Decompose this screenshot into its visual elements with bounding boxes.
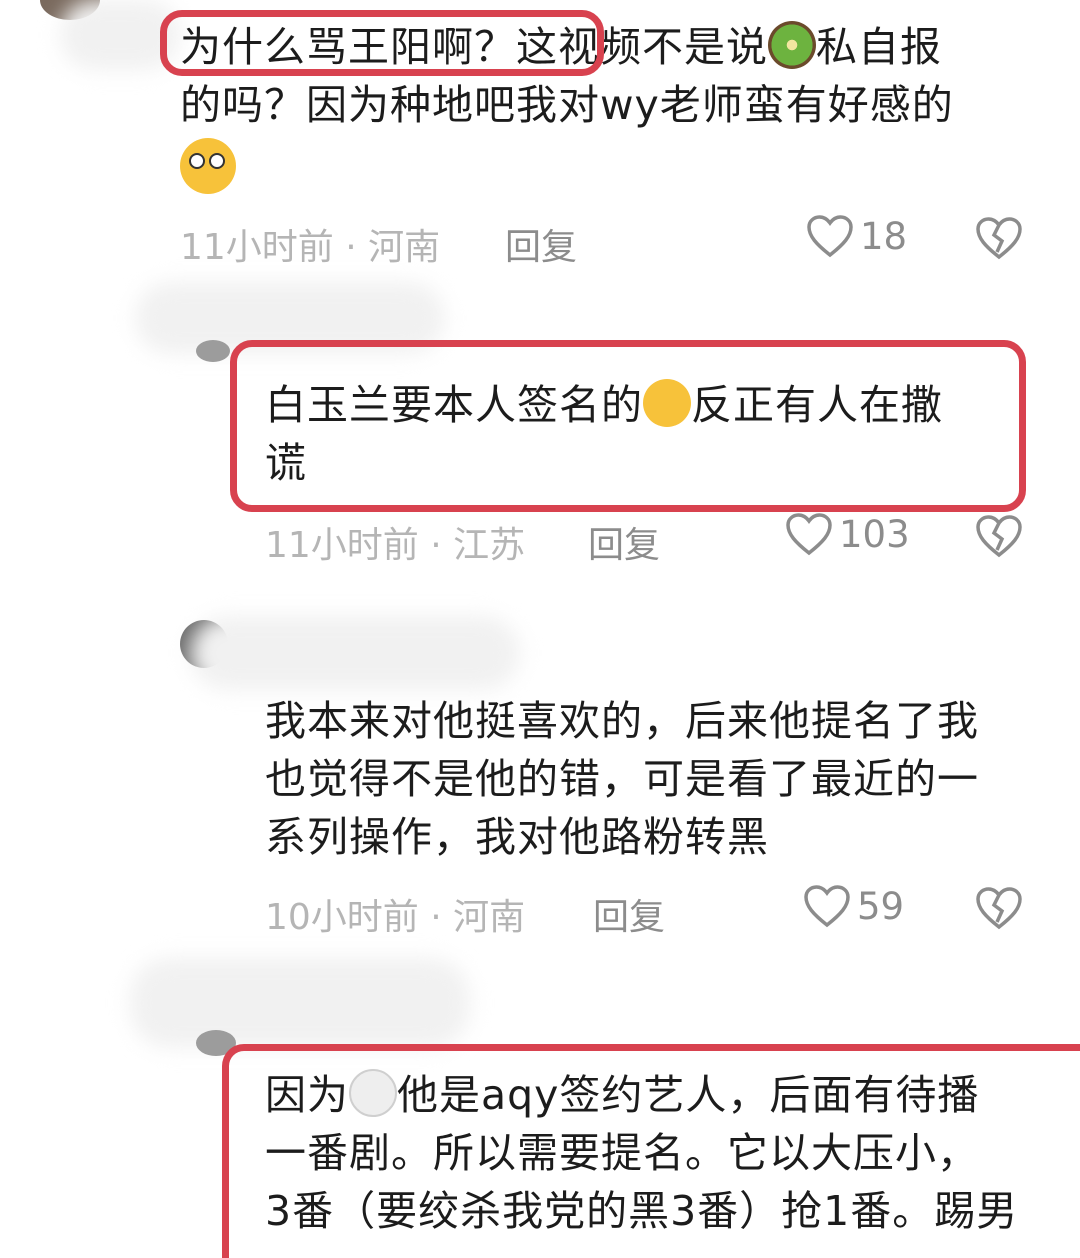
- username-blurred: [190, 616, 520, 690]
- broken-heart-icon: [976, 217, 1022, 260]
- heart-outline-icon: [804, 885, 850, 928]
- like-count: 103: [839, 512, 910, 556]
- like-count: 18: [860, 214, 908, 258]
- like-button[interactable]: 59: [803, 884, 904, 928]
- comment-meta: 11小时前 · 河南: [180, 227, 441, 268]
- avatar[interactable]: [196, 340, 230, 362]
- comment-line: 系列操作，我对他路粉转黑: [265, 813, 769, 861]
- like-button[interactable]: 103: [785, 512, 910, 556]
- username-blurred: [130, 958, 470, 1048]
- highlight-box: [222, 1044, 1080, 1258]
- comment-line: 的吗？因为种地吧我对wy老师蛮有好感的: [180, 81, 954, 129]
- comment-meta: 10小时前 · 河南: [265, 897, 526, 938]
- comment-line: [180, 138, 1050, 201]
- broken-heart-icon: [976, 515, 1022, 558]
- comment-line: 也觉得不是他的错，可是看了最近的一: [265, 755, 979, 803]
- flushed-face-emoji-icon: [180, 138, 236, 194]
- heart-outline-icon: [786, 513, 832, 556]
- highlight-box: [160, 10, 604, 76]
- comment-text: 我本来对他挺喜欢的，后来他提名了我 也觉得不是他的错，可是看了最近的一 系列操作…: [265, 692, 1055, 866]
- kiwi-emoji-icon: [768, 21, 816, 69]
- comment-line: 我本来对他挺喜欢的，后来他提名了我: [265, 697, 979, 745]
- reply-button[interactable]: 回复: [505, 218, 577, 270]
- like-count: 59: [857, 884, 905, 928]
- reply-button[interactable]: 回复: [588, 516, 660, 568]
- like-button[interactable]: 18: [806, 214, 907, 258]
- comment-meta: 11小时前 · 江苏: [265, 525, 526, 566]
- dislike-button[interactable]: [975, 514, 1023, 562]
- dislike-button[interactable]: [975, 216, 1023, 264]
- highlight-box: [230, 340, 1026, 512]
- dislike-button[interactable]: [975, 886, 1023, 934]
- heart-outline-icon: [807, 215, 853, 258]
- comment-line-text: 私自报: [816, 23, 942, 71]
- reply-button[interactable]: 回复: [593, 888, 665, 940]
- broken-heart-icon: [976, 887, 1022, 930]
